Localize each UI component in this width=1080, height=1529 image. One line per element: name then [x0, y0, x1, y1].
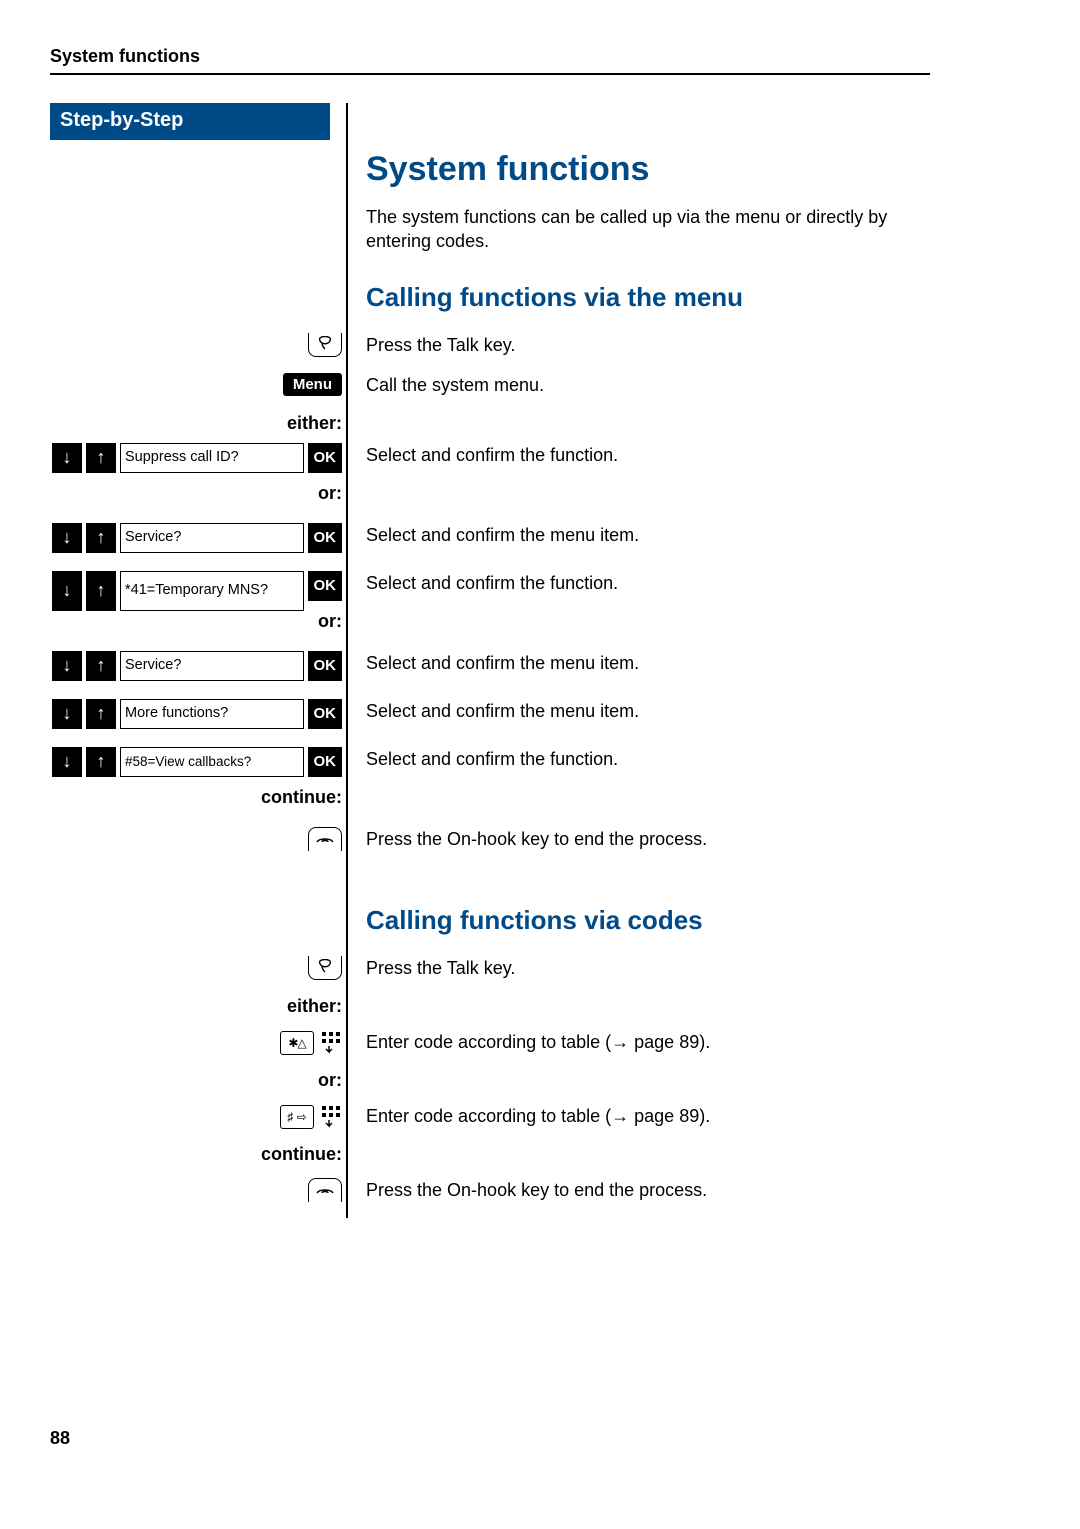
menu-button: Menu: [283, 373, 342, 396]
page-header: System functions: [50, 46, 930, 75]
talk-key-desc: Press the Talk key.: [348, 333, 930, 356]
menu-desc: Call the system menu.: [348, 373, 930, 396]
nav-row: ↓ ↑ #58=View callbacks? OK: [52, 747, 342, 777]
keypad-icon: [320, 1104, 342, 1130]
up-arrow-icon: ↑: [86, 523, 116, 553]
onhook-key-icon: [308, 827, 342, 851]
display-text: More functions?: [120, 699, 304, 729]
down-arrow-icon: ↓: [52, 699, 82, 729]
talk-key-icon: [308, 956, 342, 980]
page-title: System functions: [366, 150, 930, 189]
down-arrow-icon: ↓: [52, 523, 82, 553]
column-divider: [346, 103, 348, 1218]
nav-row: ↓ ↑ Suppress call ID? OK: [52, 443, 342, 473]
continue-label: continue:: [50, 1144, 342, 1165]
or-label: or:: [50, 611, 342, 632]
display-text: Service?: [120, 651, 304, 681]
up-arrow-icon: ↑: [86, 443, 116, 473]
enter-code-desc: Enter code according to table (→ page 89…: [348, 1104, 930, 1127]
continue-label: continue:: [50, 787, 342, 808]
row-desc: Select and confirm the function.: [348, 443, 930, 466]
ok-button: OK: [308, 699, 343, 729]
up-arrow-icon: ↑: [86, 571, 116, 611]
display-text: #58=View callbacks?: [120, 747, 304, 777]
down-arrow-icon: ↓: [52, 571, 82, 611]
up-arrow-icon: ↑: [86, 651, 116, 681]
talk-key-icon: [308, 333, 342, 357]
talk-key-desc: Press the Talk key.: [348, 956, 930, 979]
or-label: or:: [50, 1070, 342, 1091]
display-text: *41=Temporary MNS?: [120, 571, 304, 611]
either-label: either:: [50, 413, 342, 434]
onhook-key-icon: [308, 1178, 342, 1202]
row-desc: Select and confirm the menu item.: [348, 699, 930, 722]
star-key-icon: ✱△: [280, 1031, 314, 1055]
ok-button: OK: [308, 747, 343, 777]
keypad-icon: [320, 1030, 342, 1056]
onhook-desc: Press the On-hook key to end the process…: [348, 827, 930, 850]
step-by-step-header: Step-by-Step: [50, 103, 330, 140]
display-text: Service?: [120, 523, 304, 553]
down-arrow-icon: ↓: [52, 651, 82, 681]
enter-code-desc: Enter code according to table (→ page 89…: [348, 1030, 930, 1053]
section1-title: Calling functions via the menu: [366, 282, 930, 313]
nav-row: ↓ ↑ Service? OK: [52, 651, 342, 681]
up-arrow-icon: ↑: [86, 699, 116, 729]
intro-text: The system functions can be called up vi…: [366, 205, 930, 254]
ok-button: OK: [308, 523, 343, 553]
up-arrow-icon: ↑: [86, 747, 116, 777]
nav-row: ↓ ↑ More functions? OK: [52, 699, 342, 729]
row-desc: Select and confirm the function.: [348, 747, 930, 770]
nav-row: ↓ ↑ Service? OK: [52, 523, 342, 553]
nav-row: ↓ ↑ *41=Temporary MNS? OK: [52, 571, 342, 611]
row-desc: Select and confirm the menu item.: [348, 523, 930, 546]
ok-button: OK: [308, 443, 343, 473]
row-desc: Select and confirm the function.: [348, 571, 930, 594]
hash-key-icon: ♯ ⇨: [280, 1105, 314, 1129]
down-arrow-icon: ↓: [52, 443, 82, 473]
down-arrow-icon: ↓: [52, 747, 82, 777]
or-label: or:: [50, 483, 342, 504]
row-desc: Select and confirm the menu item.: [348, 651, 930, 674]
section2-title: Calling functions via codes: [366, 905, 930, 936]
page-number: 88: [50, 1428, 930, 1449]
display-text: Suppress call ID?: [120, 443, 304, 473]
ok-button: OK: [308, 651, 343, 681]
onhook-desc: Press the On-hook key to end the process…: [348, 1178, 930, 1201]
ok-button: OK: [308, 571, 343, 601]
either-label: either:: [50, 996, 342, 1017]
